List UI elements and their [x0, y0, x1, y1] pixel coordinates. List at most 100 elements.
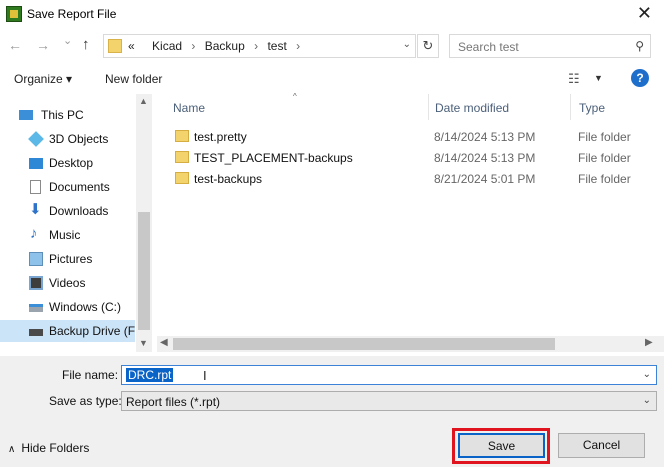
hide-folders-label: Hide Folders [21, 441, 90, 455]
music-icon: ♪ [30, 225, 38, 242]
scroll-right-icon[interactable]: ▶ [645, 337, 653, 348]
document-icon [30, 180, 41, 194]
tree-item-desktop[interactable]: Desktop [0, 152, 135, 174]
list-item[interactable]: test-backups 8/21/2024 5:01 PM File fold… [157, 168, 664, 189]
breadcrumb-kicad[interactable]: Kicad [152, 39, 182, 53]
navigation-pane: This PC 3D Objects Desktop Documents ⬇ D… [0, 94, 152, 352]
refresh-icon[interactable]: ↻ [417, 34, 439, 58]
list-item[interactable]: test.pretty 8/14/2024 5:13 PM File folde… [157, 126, 664, 147]
breadcrumb-overflow[interactable]: « [128, 39, 135, 53]
tree-item-label: Desktop [49, 156, 94, 170]
search-input[interactable]: Search test [458, 40, 519, 54]
kicad-app-icon [6, 6, 22, 22]
file-type: File folder [578, 151, 631, 165]
view-options-icon[interactable]: ☷ [568, 71, 580, 87]
drive-icon [29, 304, 43, 312]
column-header-date[interactable]: Date modified [427, 94, 571, 120]
breadcrumb-test[interactable]: test [267, 39, 286, 53]
file-list: ^ Name Date modified Type test.pretty 8/… [157, 92, 664, 352]
breadcrumb: « Kicad › Backup › test › [128, 39, 301, 53]
scroll-left-icon[interactable]: ◀ [160, 337, 168, 348]
file-name-field[interactable]: DRC.rpt I ⌄ [121, 365, 657, 385]
scroll-down-icon[interactable]: ▼ [139, 338, 148, 348]
search-icon: ⚲ [635, 39, 644, 53]
tree-item-this-pc[interactable]: This PC [0, 104, 135, 126]
tree-item-3d-objects[interactable]: 3D Objects [0, 128, 135, 150]
tree-item-label: Pictures [49, 252, 93, 266]
list-item[interactable]: TEST_PLACEMENT-backups 8/14/2024 5:13 PM… [157, 147, 664, 168]
breadcrumb-backup[interactable]: Backup [205, 39, 245, 53]
tree-scrollbar[interactable]: ▲ ▼ [136, 94, 152, 352]
tree-item-videos[interactable]: Videos [0, 272, 135, 294]
back-arrow-icon[interactable]: ← [8, 37, 22, 53]
tree-item-label: Videos [49, 276, 86, 290]
cube-icon [28, 131, 44, 147]
tree-item-backup-drive[interactable]: Backup Drive (F: [0, 320, 139, 342]
file-name-input[interactable]: DRC.rpt [126, 368, 174, 382]
organize-menu[interactable]: Organize ▾ [14, 72, 72, 86]
tree-item-windows-c[interactable]: Windows (C:) [0, 296, 135, 318]
file-type: File folder [578, 130, 631, 144]
tree-item-pictures[interactable]: Pictures [0, 248, 135, 270]
picture-icon [29, 252, 43, 266]
tree-item-label: Music [49, 228, 81, 242]
folder-icon [175, 151, 189, 163]
scrollbar-thumb[interactable] [138, 212, 150, 330]
chevron-down-icon[interactable]: ⌄ [403, 39, 411, 50]
scroll-up-icon[interactable]: ▲ [139, 96, 148, 106]
file-date: 8/14/2024 5:13 PM [434, 130, 536, 144]
tree-item-music[interactable]: ♪ Music [0, 224, 135, 246]
folder-icon [175, 172, 189, 184]
save-as-type-value: Report files (*.rpt) [126, 395, 221, 409]
search-box[interactable]: Search test ⚲ [449, 34, 651, 58]
tree-item-downloads[interactable]: ⬇ Downloads [0, 200, 135, 222]
drive-icon [29, 329, 43, 336]
navigation-bar: ← → ⌄ ↑ « Kicad › Backup › test › ⌄ ↻ Se… [0, 34, 664, 60]
file-date: 8/14/2024 5:13 PM [434, 151, 536, 165]
file-name: test.pretty [194, 130, 247, 144]
tree-item-label: This PC [41, 108, 84, 122]
tree-item-label: Downloads [49, 204, 109, 218]
text-cursor-icon: I [203, 368, 207, 383]
help-icon[interactable]: ? [631, 69, 649, 87]
save-as-type-select[interactable]: Report files (*.rpt) ⌄ [121, 391, 657, 411]
file-name: test-backups [194, 172, 263, 186]
file-date: 8/21/2024 5:01 PM [434, 172, 536, 186]
recent-locations-icon[interactable]: ⌄ [63, 34, 72, 47]
new-folder-button[interactable]: New folder [105, 72, 162, 86]
video-icon [29, 276, 43, 290]
chevron-down-icon[interactable]: ⌄ [643, 369, 651, 380]
column-header-label: Date modified [435, 101, 510, 115]
folder-icon [108, 39, 122, 53]
up-arrow-icon[interactable]: ↑ [82, 36, 90, 53]
close-icon[interactable]: ✕ [637, 3, 652, 24]
tree-item-label: Windows (C:) [49, 300, 122, 314]
chevron-down-icon[interactable]: ⌄ [643, 395, 651, 406]
column-header-label: Type [579, 101, 606, 115]
save-form: File name: DRC.rpt I ⌄ Save as type: Rep… [0, 356, 664, 467]
list-horizontal-scrollbar[interactable]: ◀ ▶ [157, 336, 664, 352]
tree-item-label: 3D Objects [49, 132, 109, 146]
title-bar: Save Report File ✕ [0, 0, 664, 30]
file-type: File folder [578, 172, 631, 186]
column-header-name[interactable]: Name [165, 94, 429, 120]
command-bar: Organize ▾ New folder ☷ ▼ ? [0, 66, 664, 92]
save-button[interactable]: Save [458, 433, 545, 458]
tree-item-label: Backup Drive (F: [49, 324, 139, 338]
forward-arrow-icon[interactable]: → [36, 37, 50, 53]
file-name: TEST_PLACEMENT-backups [194, 151, 353, 165]
scrollbar-thumb[interactable] [173, 338, 555, 350]
window-title: Save Report File [27, 7, 117, 21]
column-header-type[interactable]: Type [571, 94, 664, 120]
pc-icon [19, 110, 33, 120]
tree-item-documents[interactable]: Documents [0, 176, 135, 198]
desktop-icon [29, 158, 43, 169]
folder-icon [175, 130, 189, 142]
chevron-up-icon: ∧ [8, 444, 16, 455]
hide-folders-button[interactable]: ∧ Hide Folders [8, 441, 89, 455]
file-name-label: File name: [62, 368, 119, 382]
address-bar[interactable]: « Kicad › Backup › test › ⌄ [103, 34, 416, 58]
chevron-down-icon[interactable]: ▼ [594, 73, 603, 83]
cancel-button[interactable]: Cancel [558, 433, 645, 458]
tree-item-label: Documents [49, 180, 110, 194]
